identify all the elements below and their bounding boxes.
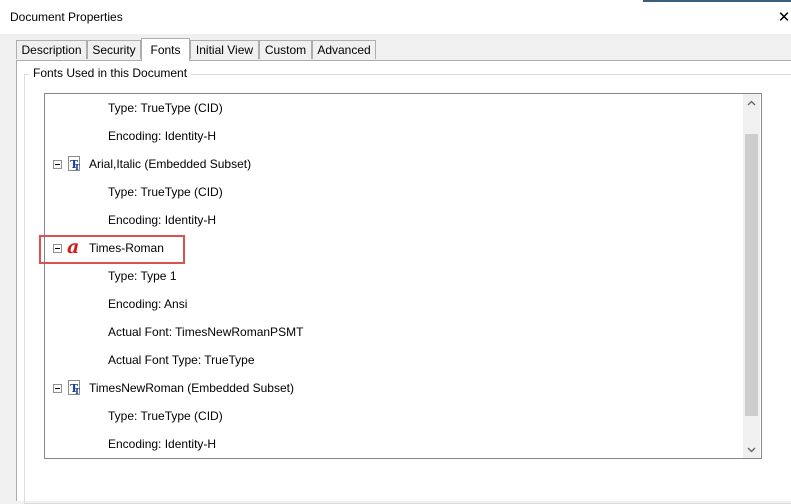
tree-property-row: Encoding: Ansi [108, 297, 188, 311]
tree-font-row-timesnewroman[interactable]: TimesNewRoman (Embedded Subset) [89, 380, 294, 396]
tab-description[interactable]: Description [16, 40, 87, 59]
scroll-up-arrow[interactable] [743, 94, 760, 111]
svg-text:T: T [74, 162, 80, 171]
tab-initial-view[interactable]: Initial View [190, 40, 259, 59]
highlight-box [39, 235, 185, 264]
vertical-scrollbar[interactable] [743, 94, 760, 458]
tree-property-row: Encoding: Identity-H [108, 213, 217, 227]
window-title: Document Properties [10, 10, 123, 24]
tree-font-row-arial-italic[interactable]: Arial,Italic (Embedded Subset) [89, 156, 251, 172]
group-title: Fonts Used in this Document [29, 66, 192, 80]
tree-property-row: Type: TrueType (CID) [108, 185, 223, 199]
scroll-thumb[interactable] [745, 134, 758, 416]
truetype-font-icon: T T [68, 156, 80, 171]
tree-property-row: Encoding: Identity-H [108, 129, 217, 143]
truetype-font-icon: T T [68, 380, 80, 395]
tree-property-row: Type: TrueType (CID) [108, 101, 223, 115]
tree-property-row: Type: Type 1 [108, 269, 177, 283]
document-properties-dialog: Document Properties ✕ Description Securi… [0, 0, 791, 504]
tree-property-row: Encoding: Identity-H [108, 437, 217, 451]
tree-property-row: Type: TrueType (CID) [108, 409, 223, 423]
tab-advanced[interactable]: Advanced [312, 40, 376, 59]
svg-text:T: T [74, 386, 80, 395]
tree-property-row: Actual Font: TimesNewRomanPSMT [108, 325, 304, 339]
tree-property-row: Actual Font Type: TrueType [108, 353, 255, 367]
tab-security[interactable]: Security [87, 40, 141, 59]
collapse-toggle-timesnewroman[interactable] [53, 384, 62, 393]
tab-custom[interactable]: Custom [259, 40, 312, 59]
scroll-down-arrow[interactable] [743, 441, 760, 458]
tab-fonts[interactable]: Fonts [141, 38, 190, 61]
chevron-down-icon [747, 447, 756, 452]
chevron-up-icon [747, 100, 756, 105]
collapse-toggle-arial-italic[interactable] [53, 160, 62, 169]
close-button[interactable]: ✕ [777, 0, 791, 34]
fonts-tree[interactable]: Type: TrueType (CID) Encoding: Identity-… [44, 93, 762, 459]
title-bar: Document Properties ✕ [0, 0, 791, 34]
title-accent-line [643, 0, 791, 2]
